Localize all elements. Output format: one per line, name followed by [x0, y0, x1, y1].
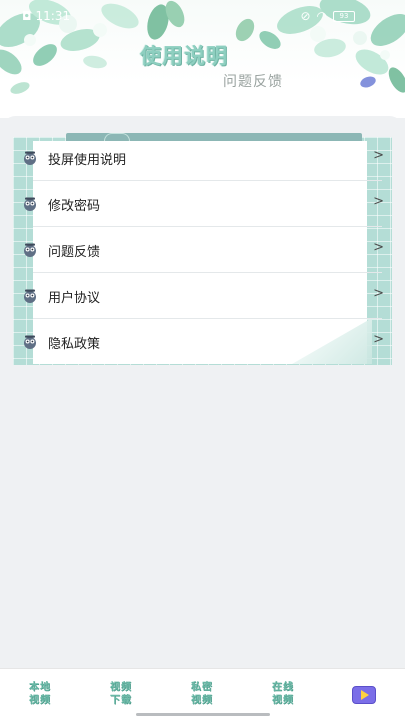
owl-icon: [24, 151, 36, 165]
owl-icon: [24, 243, 36, 257]
home-indicator: [136, 713, 270, 716]
play-icon[interactable]: [352, 686, 376, 704]
nav-local-video[interactable]: 本地 视频: [20, 681, 60, 707]
battery-icon: 93: [333, 10, 355, 22]
menu-item-change-password[interactable]: 修改密码 >: [13, 181, 392, 227]
nav-label-line2: 下载: [110, 695, 132, 706]
nav-label-line1: 私密: [191, 682, 213, 693]
status-time: 11:31: [35, 9, 71, 23]
header-banner: ◘ 11:31 ⊘ ◠ 93 使用说明 问题反馈: [0, 0, 405, 118]
nav-label-line1: 视频: [110, 682, 132, 693]
settings-menu: 投屏使用说明 > 修改密码 > 问题反馈 > 用户协议 > 隐私政策 >: [13, 135, 392, 365]
menu-item-feedback[interactable]: 问题反馈 >: [13, 227, 392, 273]
wifi-icon: ◠: [316, 9, 327, 23]
nav-label-line2: 视频: [29, 695, 51, 706]
chevron-right-icon: >: [373, 240, 384, 255]
nav-label-line2: 视频: [191, 695, 213, 706]
page-subtitle: 问题反馈: [223, 74, 283, 90]
nav-label-line1: 本地: [29, 682, 51, 693]
menu-item-label: 隐私政策: [48, 337, 101, 352]
owl-icon: [24, 289, 36, 303]
chevron-right-icon: >: [373, 286, 384, 301]
menu-item-label: 投屏使用说明: [48, 153, 127, 168]
menu-item-user-agreement[interactable]: 用户协议 >: [13, 273, 392, 319]
status-bar: ◘ 11:31 ⊘ ◠ 93: [0, 6, 405, 28]
page-title: 使用说明: [140, 44, 228, 68]
chevron-right-icon: >: [373, 148, 384, 163]
chevron-right-icon: >: [373, 332, 384, 347]
nav-private-video[interactable]: 私密 视频: [182, 681, 222, 707]
owl-icon: [24, 197, 36, 211]
nav-online-video[interactable]: 在线 视频: [263, 681, 303, 707]
chevron-right-icon: >: [373, 194, 384, 209]
owl-icon: [24, 335, 36, 349]
mute-icon: ⊘: [300, 9, 311, 23]
menu-item-privacy-policy[interactable]: 隐私政策 >: [13, 319, 392, 365]
menu-item-screen-cast-guide[interactable]: 投屏使用说明 >: [13, 135, 392, 181]
notification-icon: ◘: [22, 9, 32, 23]
nav-label-line2: 视频: [272, 695, 294, 706]
menu-item-label: 修改密码: [48, 199, 101, 214]
nav-label-line1: 在线: [272, 682, 294, 693]
menu-item-label: 用户协议: [48, 291, 101, 306]
menu-item-label: 问题反馈: [48, 245, 101, 260]
nav-video-download[interactable]: 视频 下载: [101, 681, 141, 707]
